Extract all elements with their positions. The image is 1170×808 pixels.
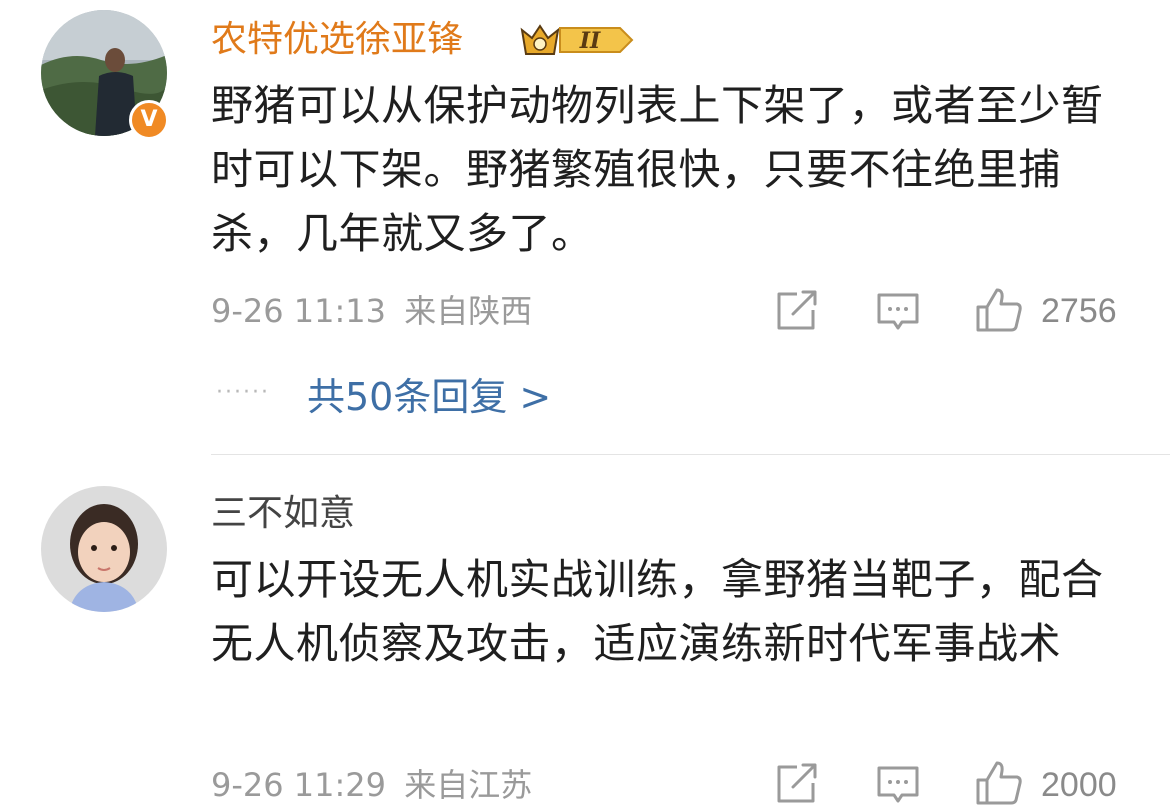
share-icon[interactable] (775, 763, 819, 805)
comment-text: 野猪可以从保护动物列表上下架了，或者至少暂时可以下架。野猪繁殖很快，只要不往绝里… (211, 81, 1104, 258)
comment-icon[interactable] (876, 292, 920, 334)
username[interactable]: 三不如意 (211, 492, 355, 536)
like-icon[interactable] (975, 760, 1023, 806)
comment-date: 9-26 11:13 (211, 292, 387, 330)
avatar[interactable] (41, 486, 167, 612)
replies-ellipsis: ······ (216, 380, 270, 405)
comment-divider (211, 454, 1170, 455)
share-icon[interactable] (775, 290, 819, 332)
rank-crown-badge-icon: II (520, 24, 634, 55)
view-replies-link[interactable]: 共50条回复 > (307, 374, 551, 420)
comment-meta: 9-26 11:13 来自陕西 (211, 291, 532, 331)
comment-text: 可以开设无人机实战训练，拿野猪当靶子，配合无人机侦察及攻击，适应演练新时代军事战… (211, 555, 1104, 668)
rank-badge-label: II (579, 28, 601, 54)
comment-location: 来自陕西 (404, 292, 533, 330)
verified-badge-icon: V (129, 100, 169, 140)
comment-meta: 9-26 11:29 来自江苏 (211, 765, 532, 805)
like-icon[interactable] (975, 287, 1023, 333)
comment-date: 9-26 11:29 (211, 766, 387, 804)
like-count: 2000 (1041, 766, 1117, 804)
username[interactable]: 农特优选徐亚锋 (211, 18, 463, 62)
like-count: 2756 (1041, 292, 1117, 330)
comment-location: 来自江苏 (404, 766, 533, 804)
comment-icon[interactable] (876, 765, 920, 807)
